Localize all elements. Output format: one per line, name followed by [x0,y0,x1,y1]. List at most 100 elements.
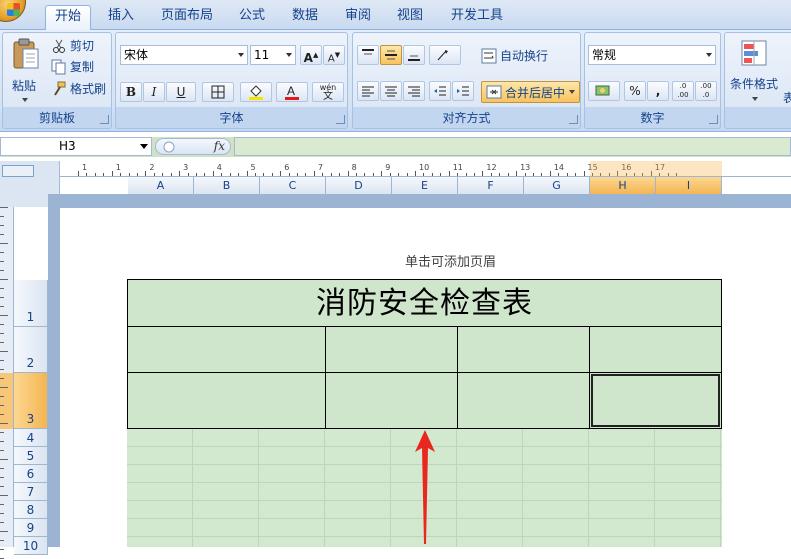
copy-button[interactable]: 复制 [51,58,94,75]
name-box[interactable]: H3 [0,137,152,156]
row-header-1[interactable]: 1 [14,280,48,327]
cell-D2[interactable] [326,327,458,373]
ruler-tick [297,173,299,176]
ruler-tick [0,549,4,550]
column-header-c[interactable]: C [260,177,326,194]
increase-decimal-button[interactable]: .0 .00 [672,81,694,101]
decrease-decimal-button[interactable]: .00 .0 [695,81,717,101]
column-header-h[interactable]: H [590,177,656,194]
align-center-icon [385,86,397,97]
borders-button[interactable] [202,82,234,102]
row-header-6[interactable]: 6 [14,465,48,483]
align-bottom-button[interactable] [403,45,425,65]
column-header-b[interactable]: B [194,177,260,194]
grow-font-button[interactable]: A▲ [300,45,322,65]
tab-developer[interactable]: 开发工具 [444,5,510,30]
conditional-formatting-button[interactable]: 条件格式 [728,37,784,109]
paintbrush-icon [54,81,66,96]
orientation-button[interactable] [429,45,461,65]
shrink-font-button[interactable]: A▼ [323,45,345,65]
align-center-button[interactable] [380,81,402,101]
ruler-tick [0,270,4,271]
formula-input[interactable] [234,137,791,156]
row-header-4[interactable]: 4 [14,429,48,447]
increase-indent-button[interactable] [452,81,474,101]
number-format-select[interactable]: 常规 [588,45,716,65]
row-header-5[interactable]: 5 [14,447,48,465]
clipboard-group: 粘贴 剪切 复制 格式刷 剪贴板 [2,32,112,129]
percent-button[interactable]: % [624,81,646,101]
merge-center-button[interactable]: 合并后居中 [481,81,581,103]
cell-D3[interactable] [326,373,458,428]
cell-A2[interactable] [128,327,326,373]
tab-view[interactable]: 视图 [389,5,431,30]
cell-H2[interactable] [590,327,721,373]
alignment-group-title: 对齐方式 [442,111,491,125]
column-header-i[interactable]: I [656,177,722,194]
conditional-formatting-icon [741,40,767,66]
column-header-g[interactable]: G [524,177,590,194]
column-header-e[interactable]: E [392,177,458,194]
underline-button[interactable]: U [166,82,196,102]
row-header-7[interactable]: 7 [14,483,48,501]
office-button[interactable] [0,0,26,22]
column-header-f[interactable]: F [458,177,524,194]
format-as-table-label[interactable]: 表 [783,89,791,106]
column-header-d[interactable]: D [326,177,392,194]
row-header-3[interactable]: 3 [14,373,48,429]
cell-F2[interactable] [458,327,590,373]
italic-button[interactable]: I [143,82,165,102]
alignment-launcher-icon[interactable] [569,115,578,124]
font-name-select[interactable]: 宋体 [120,45,248,65]
tab-data[interactable]: 数据 [284,5,326,30]
ruler-tick [221,173,223,176]
tab-review[interactable]: 审阅 [337,5,379,30]
fill-color-button[interactable] [240,82,272,102]
chevron-down-icon [140,144,148,149]
font-size-select[interactable]: 11 [250,45,296,65]
ruler-tick [313,171,315,176]
table-title-cell[interactable]: 消防安全检查表 [128,280,721,327]
number-launcher-icon[interactable] [709,115,718,124]
cell-A3[interactable] [128,373,326,428]
decrease-indent-button[interactable] [429,81,451,101]
row-header-9[interactable]: 9 [14,519,48,537]
font-launcher-icon[interactable] [336,115,345,124]
align-left-button[interactable] [357,81,379,101]
bold-button[interactable]: B [120,82,142,102]
cell-H3-selected[interactable] [590,373,721,428]
row-header-10[interactable]: 10 [14,537,48,555]
paste-button[interactable]: 粘贴 [9,37,43,109]
ruler-mark: 13 [520,163,531,172]
clipboard-launcher-icon[interactable] [100,115,109,124]
format-painter-label: 格式刷 [70,82,107,96]
ruler-tick [364,173,366,176]
ribbon-tab-bar: 开始 插入 页面布局 公式 数据 审阅 视图 开发工具 [0,0,791,31]
insert-function-icon[interactable]: fx [214,139,225,153]
tab-insert[interactable]: 插入 [100,5,142,30]
comma-button[interactable]: , [647,81,669,101]
paste-icon [13,38,39,69]
accounting-format-button[interactable] [588,81,620,101]
cut-button[interactable]: 剪切 [51,37,94,54]
cell-F3[interactable] [458,373,590,428]
align-middle-button[interactable] [380,45,402,65]
tab-home[interactable]: 开始 [45,5,91,31]
ruler-tick [128,173,130,176]
row-header-8[interactable]: 8 [14,501,48,519]
format-painter-button[interactable]: 格式刷 [51,80,106,97]
ruler-tick [0,261,4,262]
ruler-tick [507,173,509,176]
row-header-2[interactable]: 2 [14,327,48,373]
tab-page-layout[interactable]: 页面布局 [154,5,220,30]
add-header-hint[interactable]: 单击可添加页眉 [405,251,496,270]
column-header-a[interactable]: A [128,177,194,194]
align-right-button[interactable] [403,81,425,101]
font-color-button[interactable]: A [276,82,308,102]
ruler-tick [0,441,4,442]
align-top-button[interactable] [357,45,379,65]
wrap-text-button[interactable]: 自动换行 [481,47,548,64]
ruler-tick [0,495,8,496]
tab-formulas[interactable]: 公式 [231,5,273,30]
phonetic-button[interactable]: wén 文 [312,82,344,102]
